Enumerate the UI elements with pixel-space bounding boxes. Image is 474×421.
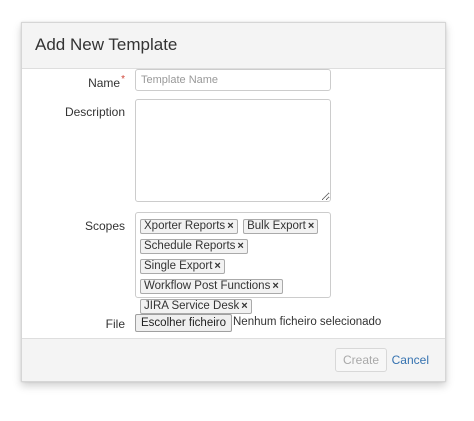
- scope-tag: Xporter Reports ×: [140, 219, 238, 234]
- scope-tag: JIRA Service Desk ×: [140, 299, 252, 314]
- template-name-input[interactable]: [135, 69, 331, 91]
- dialog-title: Add New Template: [35, 35, 178, 54]
- scope-tag: Workflow Post Functions ×: [140, 279, 283, 294]
- file-status-text: Nenhum ficheiro selecionado: [233, 316, 382, 328]
- scope-tag: Single Export ×: [140, 259, 225, 274]
- dialog-footer: Create Cancel: [22, 338, 445, 381]
- remove-tag-icon[interactable]: ×: [241, 300, 247, 312]
- remove-tag-icon[interactable]: ×: [272, 280, 278, 292]
- scope-tag-label: JIRA Service Desk: [144, 300, 240, 312]
- name-label: Name*: [35, 74, 125, 90]
- create-button[interactable]: Create: [335, 348, 387, 372]
- dialog-header: Add New Template: [22, 23, 445, 69]
- remove-tag-icon[interactable]: ×: [308, 220, 314, 232]
- choose-file-button[interactable]: Escolher ficheiro: [135, 314, 233, 332]
- cancel-link[interactable]: Cancel: [392, 353, 429, 367]
- scope-tag: Schedule Reports ×: [140, 239, 248, 254]
- description-label: Description: [64, 105, 125, 119]
- required-marker: *: [121, 74, 125, 85]
- add-template-dialog: Add New Template Name* Description Scope…: [21, 22, 446, 382]
- scope-tag: Bulk Export ×: [243, 219, 319, 234]
- scopes-multiselect[interactable]: Xporter Reports × Bulk Export × Schedule R…: [135, 212, 331, 314]
- scopes-label: Scopes: [84, 219, 125, 233]
- description-textarea[interactable]: [135, 99, 331, 202]
- remove-tag-icon[interactable]: ×: [227, 220, 233, 232]
- file-label: File: [105, 317, 125, 331]
- scope-tag-label: Workflow Post Functions: [144, 280, 271, 292]
- remove-tag-icon[interactable]: ×: [214, 260, 220, 272]
- scope-tag-label: Bulk Export: [247, 220, 306, 232]
- remove-tag-icon[interactable]: ×: [237, 240, 243, 252]
- name-label-text: Name: [88, 76, 121, 90]
- scope-tag-label: Single Export: [144, 260, 213, 272]
- scope-tag-label: Schedule Reports: [144, 240, 236, 252]
- scope-tag-label: Xporter Reports: [144, 220, 226, 232]
